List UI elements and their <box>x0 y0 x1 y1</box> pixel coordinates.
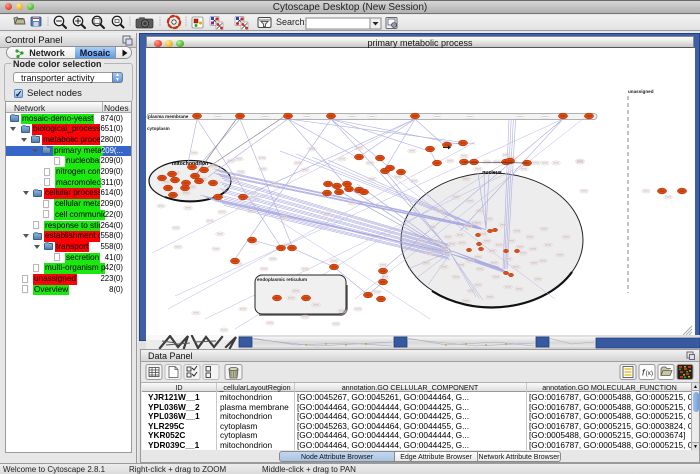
svg-text:cytoplasm: cytoplasm <box>147 126 170 131</box>
svg-text:unassigned: unassigned <box>628 89 654 94</box>
svg-text:nucleus: nucleus <box>482 170 502 176</box>
svg-text:plasma membrane: plasma membrane <box>148 114 189 119</box>
svg-text:Search:: Search: <box>276 17 307 27</box>
svg-text:(x): (x) <box>646 370 654 377</box>
svg-text:endoplasmic reticulum: endoplasmic reticulum <box>257 277 307 282</box>
